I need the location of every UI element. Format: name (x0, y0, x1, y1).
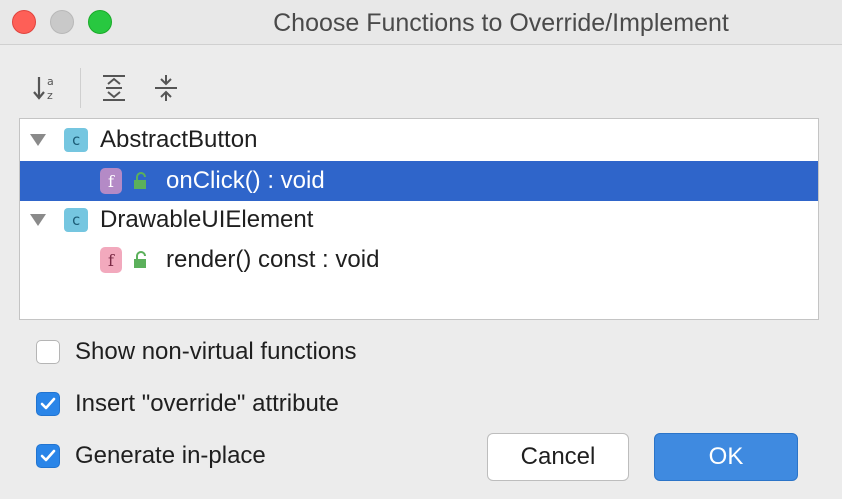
collapse-all-button[interactable] (150, 70, 182, 106)
class-icon: c (64, 208, 88, 232)
public-access-icon (134, 251, 146, 268)
tree-row-class[interactable]: c DrawableUIElement (20, 200, 818, 240)
expanded-arrow-icon[interactable] (30, 214, 46, 226)
insert-override-label: Insert "override" attribute (75, 390, 339, 417)
sort-alphabetically-button[interactable]: a z (30, 70, 62, 106)
title-bar: Choose Functions to Override/Implement (0, 0, 842, 45)
show-non-virtual-label: Show non-virtual functions (75, 338, 357, 365)
function-signature: onClick() : void (166, 167, 325, 194)
sort-alphabetically-icon: a z (33, 75, 54, 102)
dialog-title: Choose Functions to Override/Implement (273, 9, 729, 37)
function-icon: f (100, 247, 122, 273)
generate-in-place-label: Generate in-place (75, 442, 266, 469)
class-name: AbstractButton (100, 126, 258, 153)
insert-override-option[interactable]: Insert "override" attribute (36, 389, 339, 419)
show-non-virtual-option[interactable]: Show non-virtual functions (36, 337, 356, 367)
cancel-button[interactable]: Cancel (487, 433, 629, 481)
tree-row-function[interactable]: f onClick() : void (20, 161, 818, 201)
public-access-icon (134, 172, 146, 189)
ok-button[interactable]: OK (654, 433, 798, 481)
class-name: DrawableUIElement (100, 206, 314, 233)
tree-row-class[interactable]: c AbstractButton (20, 120, 818, 160)
show-non-virtual-checkbox[interactable] (36, 340, 60, 364)
insert-override-checkbox[interactable] (36, 392, 60, 416)
expand-all-icon (103, 75, 125, 101)
functions-tree[interactable]: c AbstractButton f onClick() : void c Dr… (19, 118, 819, 320)
expand-all-button[interactable] (98, 70, 130, 106)
svg-text:a: a (47, 75, 54, 88)
generate-in-place-option[interactable]: Generate in-place (36, 441, 266, 471)
svg-text:z: z (47, 89, 53, 102)
collapse-all-icon (155, 75, 177, 101)
function-icon: f (100, 168, 122, 194)
tree-row-function[interactable]: f render() const : void (20, 240, 818, 280)
dialog-window: Choose Functions to Override/Implement a… (0, 0, 842, 499)
checkmark-icon (40, 449, 56, 462)
expanded-arrow-icon[interactable] (30, 134, 46, 146)
checkmark-icon (40, 397, 56, 410)
function-signature: render() const : void (166, 246, 380, 273)
class-icon: c (64, 128, 88, 152)
toolbar-separator (80, 68, 81, 108)
generate-in-place-checkbox[interactable] (36, 444, 60, 468)
